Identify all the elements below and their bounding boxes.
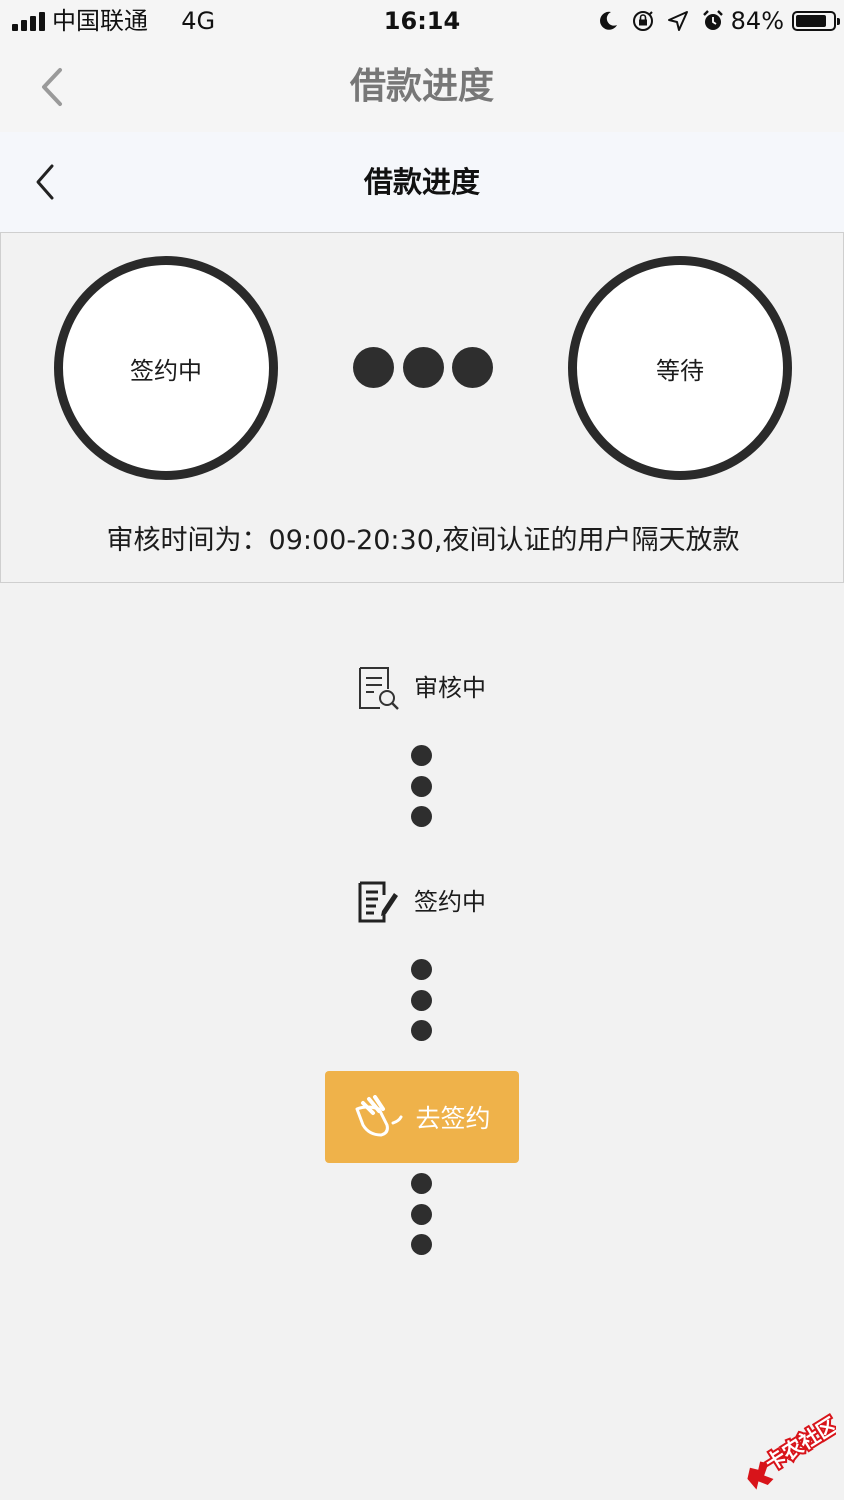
battery-percent: 84% — [730, 7, 784, 35]
status-bar: 中国联通 4G 16:14 84% — [0, 0, 844, 44]
step-signing: 签约中 — [0, 877, 844, 927]
current-state-label: 签约中 — [130, 356, 202, 385]
step-label-signing: 签约中 — [414, 888, 486, 916]
moon-icon — [599, 11, 617, 30]
location-arrow-icon — [667, 11, 688, 31]
go-sign-label: 去签约 — [415, 1104, 491, 1133]
next-state-circle: 等待 — [568, 256, 792, 480]
outer-nav-bar: 借款进度 — [0, 44, 844, 132]
inner-nav-bar: 借款进度 — [0, 132, 844, 232]
alarm-clock-icon — [702, 10, 723, 30]
document-edit-icon — [358, 881, 398, 923]
next-state-label: 等待 — [656, 356, 704, 385]
step-reviewing: 审核中 — [0, 663, 844, 713]
step-connector-dots — [411, 959, 433, 1043]
outer-page-title: 借款进度 — [349, 66, 494, 107]
current-state-circle: 签约中 — [54, 256, 278, 480]
progress-connector-dots — [353, 347, 495, 389]
inner-page-title: 借款进度 — [363, 165, 480, 199]
step-connector-dots — [411, 1173, 433, 1257]
rotation-lock-icon — [632, 11, 653, 31]
watermark-logo: 卡农社区 — [736, 1410, 843, 1490]
step-label-reviewing: 审核中 — [414, 674, 486, 702]
go-sign-button[interactable]: 去签约 — [325, 1071, 519, 1163]
document-search-icon — [359, 667, 399, 710]
battery-icon — [792, 11, 840, 31]
review-time-notice: 审核时间为：09:00-20:30,夜间认证的用户隔天放款 — [106, 525, 740, 556]
svg-text:卡农社区: 卡农社区 — [761, 1413, 836, 1476]
step-connector-dots — [411, 745, 433, 829]
signature-hand-icon — [355, 1095, 403, 1137]
progress-card: 签约中 等待 审核时间为：09:00-20:30,夜间认证的用户隔天放款 — [0, 232, 844, 583]
status-icons: 84% — [597, 6, 840, 36]
kanong-logo-icon: 卡农社区 — [747, 1411, 843, 1490]
